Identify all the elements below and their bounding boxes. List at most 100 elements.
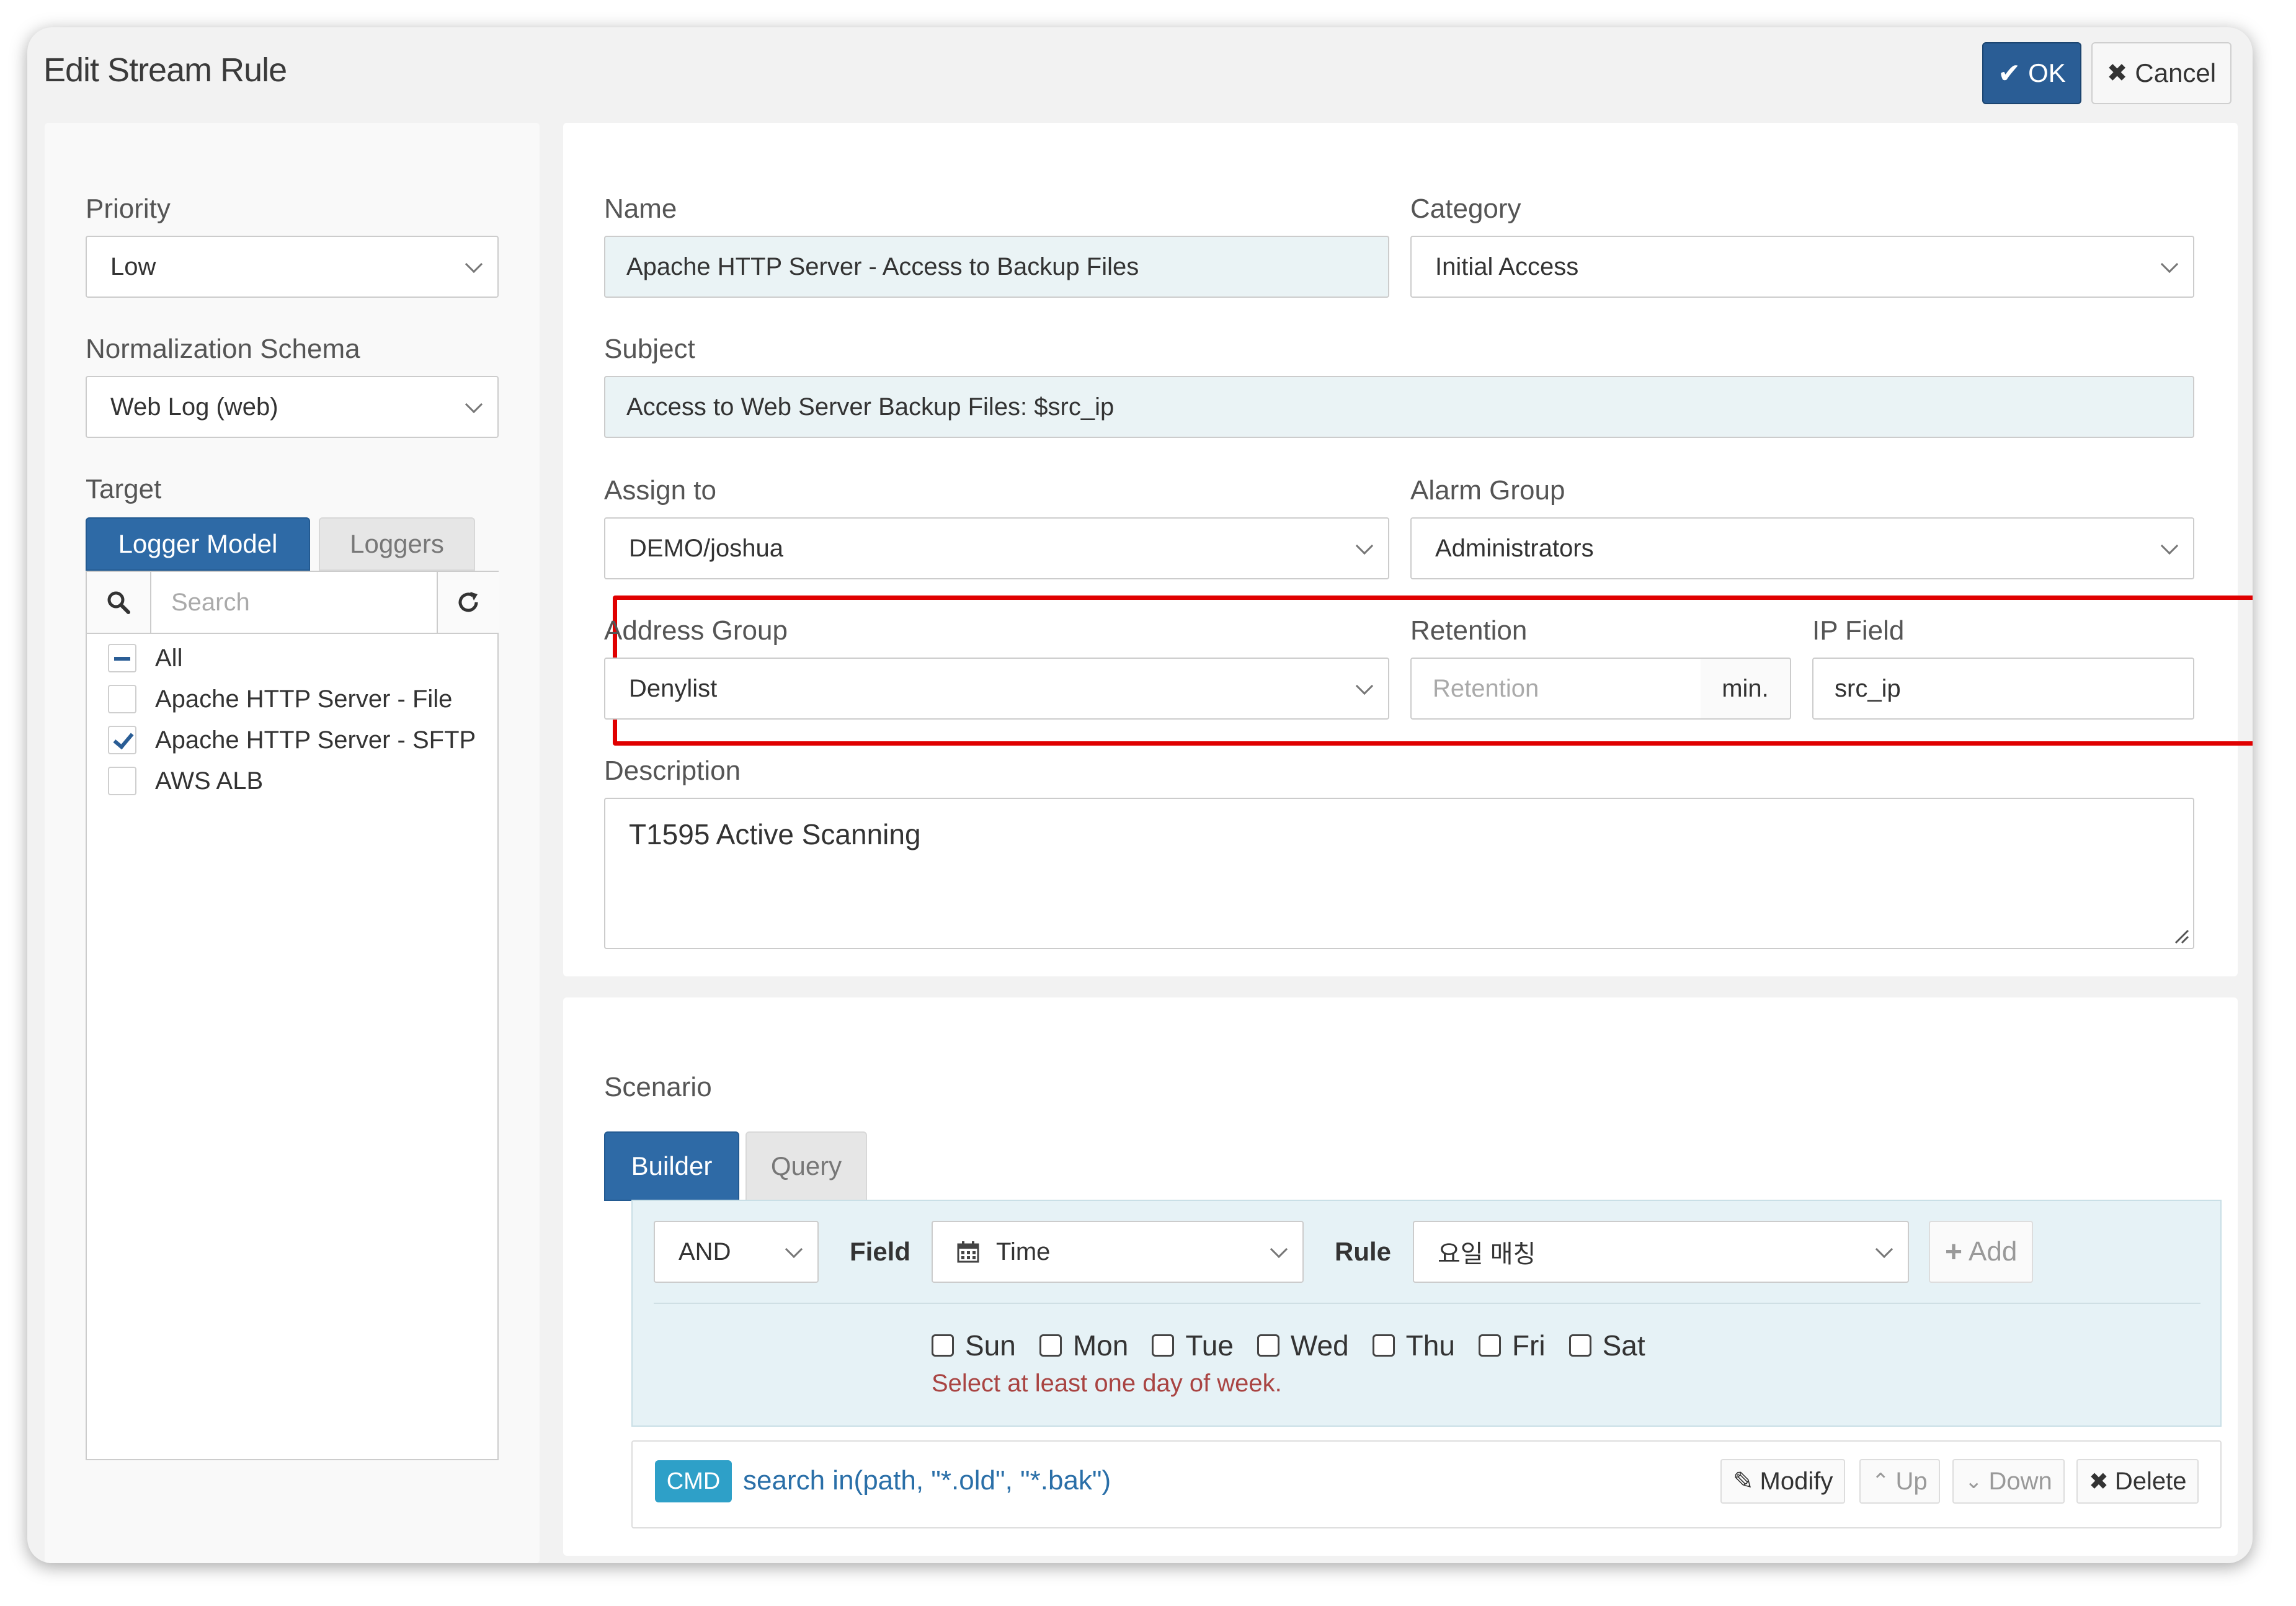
- retention-unit: min.: [1701, 658, 1791, 720]
- tab-query[interactable]: Query: [745, 1131, 867, 1201]
- day-label: Tue: [1185, 1329, 1234, 1362]
- modify-label: Modify: [1760, 1467, 1833, 1495]
- up-button[interactable]: ⌃ Up: [1859, 1459, 1940, 1504]
- day-mon[interactable]: Mon: [1039, 1329, 1128, 1362]
- up-label: Up: [1895, 1467, 1928, 1495]
- down-button[interactable]: ⌄ Down: [1952, 1459, 2065, 1504]
- schema-label: Normalization Schema: [86, 334, 360, 364]
- list-item-label: Apache HTTP Server - File: [155, 685, 453, 713]
- chevron-down-icon: [2160, 255, 2179, 274]
- field-select[interactable]: Time: [932, 1221, 1304, 1283]
- schema-value: Web Log (web): [110, 393, 278, 421]
- assign-value: DEMO/joshua: [629, 534, 783, 562]
- resize-handle-icon[interactable]: [2173, 928, 2189, 944]
- category-value: Initial Access: [1435, 252, 1579, 280]
- delete-button[interactable]: ✖ Delete: [2076, 1459, 2199, 1504]
- chevron-down-icon: [2160, 537, 2179, 555]
- checkbox[interactable]: [108, 685, 136, 713]
- close-icon: ✖: [2106, 60, 2128, 87]
- list-item[interactable]: All: [108, 644, 182, 672]
- address-group-value: Denylist: [629, 674, 718, 702]
- cmd-badge: CMD: [655, 1460, 732, 1502]
- cancel-button[interactable]: ✖ Cancel: [2091, 42, 2231, 104]
- checkbox[interactable]: [1039, 1334, 1062, 1357]
- refresh-icon: [458, 592, 478, 612]
- checkbox-indeterminate[interactable]: [108, 644, 136, 672]
- ok-button[interactable]: ✔ OK: [1982, 42, 2081, 104]
- list-item[interactable]: Apache HTTP Server - SFTP: [108, 726, 476, 754]
- address-group-label: Address Group: [604, 615, 788, 646]
- day-sun[interactable]: Sun: [932, 1329, 1016, 1362]
- checkbox[interactable]: [1568, 1334, 1591, 1357]
- day-checkboxes: Sun Mon Tue Wed Thu Fri Sat: [932, 1329, 1645, 1362]
- checkbox[interactable]: [108, 767, 136, 795]
- chevron-down-icon: [1875, 1240, 1893, 1259]
- day-fri[interactable]: Fri: [1478, 1329, 1546, 1362]
- checkbox[interactable]: [1257, 1334, 1279, 1357]
- day-label: Wed: [1290, 1329, 1349, 1362]
- cancel-label: Cancel: [2135, 58, 2217, 87]
- schema-select[interactable]: Web Log (web): [86, 376, 499, 438]
- ok-label: OK: [2028, 58, 2066, 87]
- alarm-group-select[interactable]: Administrators: [1410, 517, 2194, 579]
- checkbox[interactable]: [1152, 1334, 1175, 1357]
- address-group-select[interactable]: Denylist: [604, 658, 1389, 720]
- dialog-title: Edit Stream Rule: [43, 51, 287, 89]
- day-wed[interactable]: Wed: [1257, 1329, 1349, 1362]
- retention-input[interactable]: Retention: [1410, 658, 1702, 720]
- day-thu[interactable]: Thu: [1372, 1329, 1455, 1362]
- modify-button[interactable]: ✎ Modify: [1720, 1459, 1846, 1504]
- checkbox[interactable]: [1372, 1334, 1395, 1357]
- day-sat[interactable]: Sat: [1568, 1329, 1645, 1362]
- ip-field-input[interactable]: src_ip: [1812, 658, 2194, 720]
- alarm-group-value: Administrators: [1435, 534, 1594, 562]
- checkbox[interactable]: [932, 1334, 954, 1357]
- checkbox-checked[interactable]: [108, 726, 136, 754]
- close-icon: ✖: [2089, 1468, 2109, 1495]
- chevron-down-icon: [1355, 677, 1374, 695]
- search-input[interactable]: Search: [151, 572, 437, 634]
- refresh-button[interactable]: [437, 572, 499, 634]
- plus-icon: +: [1945, 1235, 1963, 1269]
- priority-value: Low: [110, 252, 156, 280]
- day-label: Mon: [1072, 1329, 1129, 1362]
- tab-builder[interactable]: Builder: [604, 1131, 739, 1201]
- calendar-icon: [957, 1241, 979, 1263]
- checkbox[interactable]: [1478, 1334, 1501, 1357]
- delete-label: Delete: [2114, 1467, 2187, 1495]
- pencil-icon: ✎: [1733, 1468, 1754, 1495]
- logic-select[interactable]: AND: [654, 1221, 819, 1283]
- list-item-label: All: [155, 644, 183, 672]
- scenario-label: Scenario: [604, 1072, 712, 1102]
- category-label: Category: [1410, 194, 1521, 224]
- tab-loggers[interactable]: Loggers: [319, 517, 475, 571]
- field-value: Time: [996, 1238, 1051, 1265]
- assign-label: Assign to: [604, 475, 716, 506]
- subject-input[interactable]: Access to Web Server Backup Files: $src_…: [604, 376, 2194, 438]
- name-input[interactable]: Apache HTTP Server - Access to Backup Fi…: [604, 236, 1389, 298]
- add-button[interactable]: + Add: [1929, 1221, 2034, 1283]
- chevron-up-icon: ⌃: [1872, 1470, 1890, 1493]
- chevron-down-icon: ⌄: [1965, 1470, 1983, 1493]
- day-label: Fri: [1511, 1329, 1546, 1362]
- category-select[interactable]: Initial Access: [1410, 236, 2194, 298]
- list-item[interactable]: Apache HTTP Server - File: [108, 685, 452, 713]
- list-item[interactable]: AWS ALB: [108, 767, 263, 795]
- assign-select[interactable]: DEMO/joshua: [604, 517, 1389, 579]
- list-item-label: AWS ALB: [155, 767, 264, 795]
- add-label: Add: [1969, 1236, 2018, 1267]
- day-label: Sun: [965, 1329, 1016, 1362]
- chevron-down-icon: [465, 255, 483, 274]
- priority-select[interactable]: Low: [86, 236, 499, 298]
- day-tue[interactable]: Tue: [1152, 1329, 1234, 1362]
- target-label: Target: [86, 474, 162, 504]
- rule-select[interactable]: 요일 매칭: [1413, 1221, 1909, 1283]
- tab-logger-model[interactable]: Logger Model: [86, 517, 310, 571]
- search-icon: [87, 572, 151, 634]
- description-value: T1595 Active Scanning: [629, 818, 921, 850]
- validation-error: Select at least one day of week.: [932, 1370, 1282, 1397]
- description-textarea[interactable]: T1595 Active Scanning: [604, 798, 2194, 949]
- ip-field-label: IP Field: [1812, 615, 1905, 646]
- chevron-down-icon: [785, 1240, 803, 1259]
- name-label: Name: [604, 194, 677, 224]
